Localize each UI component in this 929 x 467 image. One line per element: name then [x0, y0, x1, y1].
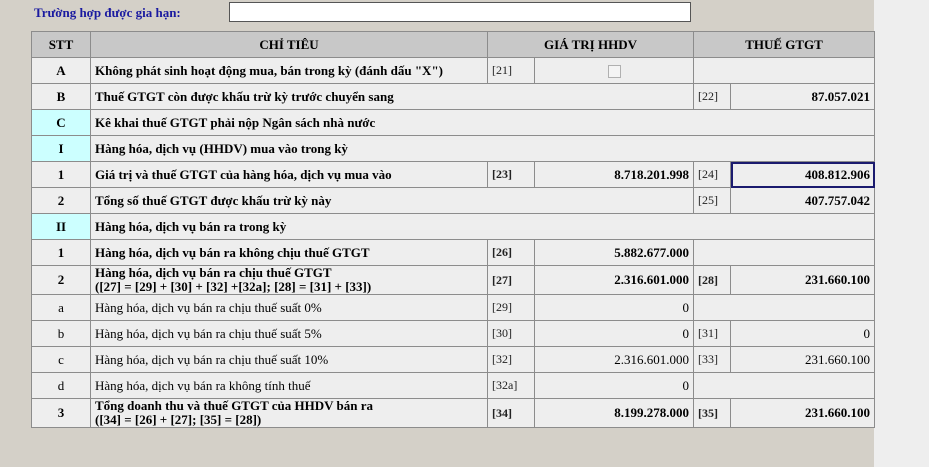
value-24-input[interactable]: 408.812.906 — [730, 161, 876, 188]
row-label: Hàng hóa, dịch vụ bán ra chịu thuế suất … — [90, 294, 488, 321]
row-c: c Hàng hóa, dịch vụ bán ra chịu thuế suấ… — [31, 346, 876, 373]
row-label: Không phát sinh hoạt động mua, bán trong… — [90, 57, 488, 84]
row-II-2: 2 Hàng hóa, dịch vụ bán ra chịu thuế GTG… — [31, 265, 876, 295]
row-II: II Hàng hóa, dịch vụ bán ra trong kỳ — [31, 213, 876, 240]
row-label: Giá trị và thuế GTGT của hàng hóa, dịch … — [90, 161, 488, 188]
stt: I — [31, 135, 91, 162]
row-A: A Không phát sinh hoạt động mua, bán tro… — [31, 57, 876, 84]
value-33: 231.660.100 — [730, 346, 876, 373]
value-34: 8.199.278.000 — [533, 398, 695, 428]
code-23: [23] — [487, 161, 535, 188]
code-33: [33] — [693, 346, 732, 373]
row-B: B Thuế GTGT còn được khấu trừ kỳ trước c… — [31, 83, 876, 110]
code-32a: [32a] — [487, 372, 535, 399]
code-34: [34] — [487, 398, 535, 428]
stt: 2 — [31, 265, 91, 295]
empty-cell — [693, 239, 876, 266]
stt: a — [31, 294, 91, 321]
code-30: [30] — [487, 320, 535, 347]
row-label: Hàng hóa, dịch vụ bán ra chịu thuế suất … — [90, 320, 488, 347]
row-label: Hàng hóa, dịch vụ bán ra không tính thuế — [90, 372, 488, 399]
vat-declaration-table: STT CHỈ TIÊU GIÁ TRỊ HHDV THUẾ GTGT A Kh… — [31, 31, 876, 428]
code-28: [28] — [693, 265, 732, 295]
code-31: [31] — [693, 320, 732, 347]
header-chi-tieu: CHỈ TIÊU — [90, 31, 488, 58]
stt: 1 — [31, 161, 91, 188]
row-label: Hàng hóa, dịch vụ bán ra không chịu thuế… — [90, 239, 488, 266]
stt: B — [31, 83, 91, 110]
no-activity-checkbox[interactable] — [607, 65, 621, 79]
checkbox-cell — [533, 57, 695, 84]
code-32: [32] — [487, 346, 535, 373]
header-thue: THUẾ GTGT — [693, 31, 876, 58]
row-label: Hàng hóa, dịch vụ bán ra chịu thuế GTGT … — [90, 265, 488, 295]
code-21: [21] — [487, 57, 535, 84]
row-label: Hàng hóa, dịch vụ bán ra chịu thuế suất … — [90, 346, 488, 373]
value-31-input[interactable]: 0 — [730, 320, 876, 347]
value-22-input[interactable]: 87.057.021 — [730, 83, 876, 110]
section-title: Hàng hóa, dịch vụ bán ra trong kỳ — [89, 213, 876, 240]
header-gia-tri: GIÁ TRỊ HHDV — [486, 31, 695, 58]
stt: 1 — [31, 239, 91, 266]
code-26: [26] — [487, 239, 535, 266]
value-25-input[interactable]: 407.757.042 — [730, 187, 876, 214]
value-27: 2.316.601.000 — [533, 265, 695, 295]
empty-cell — [693, 372, 876, 399]
row-label: Tổng số thuế GTGT được khấu trừ kỳ này — [89, 187, 695, 214]
stt: C — [31, 109, 91, 136]
value-29-input[interactable]: 0 — [533, 294, 695, 321]
empty-cell — [693, 57, 876, 84]
extension-label: Trường hợp được gia hạn: — [34, 5, 181, 20]
row-C: C Kê khai thuế GTGT phải nộp Ngân sách n… — [31, 109, 876, 136]
section-title: Hàng hóa, dịch vụ (HHDV) mua vào trong k… — [89, 135, 876, 162]
value-35: 231.660.100 — [730, 398, 876, 428]
value-30-input[interactable]: 0 — [533, 320, 695, 347]
section-title: Kê khai thuế GTGT phải nộp Ngân sách nhà… — [89, 109, 876, 136]
row-label-line2: ([34] = [26] + [27]; [35] = [28]) — [95, 412, 262, 427]
row-b: b Hàng hóa, dịch vụ bán ra chịu thuế suấ… — [31, 320, 876, 347]
stt: A — [31, 57, 91, 84]
value-28: 231.660.100 — [730, 265, 876, 295]
value-32a-input[interactable]: 0 — [533, 372, 695, 399]
header-row: STT CHỈ TIÊU GIÁ TRỊ HHDV THUẾ GTGT — [31, 31, 876, 58]
row-label-line1: Hàng hóa, dịch vụ bán ra chịu thuế GTGT — [95, 265, 332, 280]
code-35: [35] — [693, 398, 732, 428]
code-25: [25] — [693, 187, 732, 214]
empty-cell — [693, 294, 876, 321]
value-32-input[interactable]: 2.316.601.000 — [533, 346, 695, 373]
row-d: d Hàng hóa, dịch vụ bán ra không tính th… — [31, 372, 876, 399]
row-label: Thuế GTGT còn được khấu trừ kỳ trước chu… — [89, 83, 695, 110]
row-label: Tổng doanh thu và thuế GTGT của HHDV bán… — [90, 398, 488, 428]
value-26-input[interactable]: 5.882.677.000 — [533, 239, 695, 266]
row-I: I Hàng hóa, dịch vụ (HHDV) mua vào trong… — [31, 135, 876, 162]
row-3: 3 Tổng doanh thu và thuế GTGT của HHDV b… — [31, 398, 876, 428]
code-22: [22] — [693, 83, 732, 110]
value-23-input[interactable]: 8.718.201.998 — [533, 161, 695, 188]
row-label-line1: Tổng doanh thu và thuế GTGT của HHDV bán… — [95, 398, 374, 413]
code-24: [24] — [693, 161, 732, 188]
row-II-1: 1 Hàng hóa, dịch vụ bán ra không chịu th… — [31, 239, 876, 266]
row-I-1: 1 Giá trị và thuế GTGT của hàng hóa, dịc… — [31, 161, 876, 188]
stt: b — [31, 320, 91, 347]
extension-input[interactable] — [229, 2, 691, 22]
row-a: a Hàng hóa, dịch vụ bán ra chịu thuế suấ… — [31, 294, 876, 321]
stt: II — [31, 213, 91, 240]
row-I-2: 2 Tổng số thuế GTGT được khấu trừ kỳ này… — [31, 187, 876, 214]
stt: d — [31, 372, 91, 399]
stt: 2 — [31, 187, 91, 214]
stt: 3 — [31, 398, 91, 428]
row-label-line2: ([27] = [29] + [30] + [32] +[32a]; [28] … — [95, 279, 372, 294]
code-29: [29] — [487, 294, 535, 321]
stt: c — [31, 346, 91, 373]
right-margin — [874, 0, 929, 467]
code-27: [27] — [487, 265, 535, 295]
header-stt: STT — [31, 31, 91, 58]
